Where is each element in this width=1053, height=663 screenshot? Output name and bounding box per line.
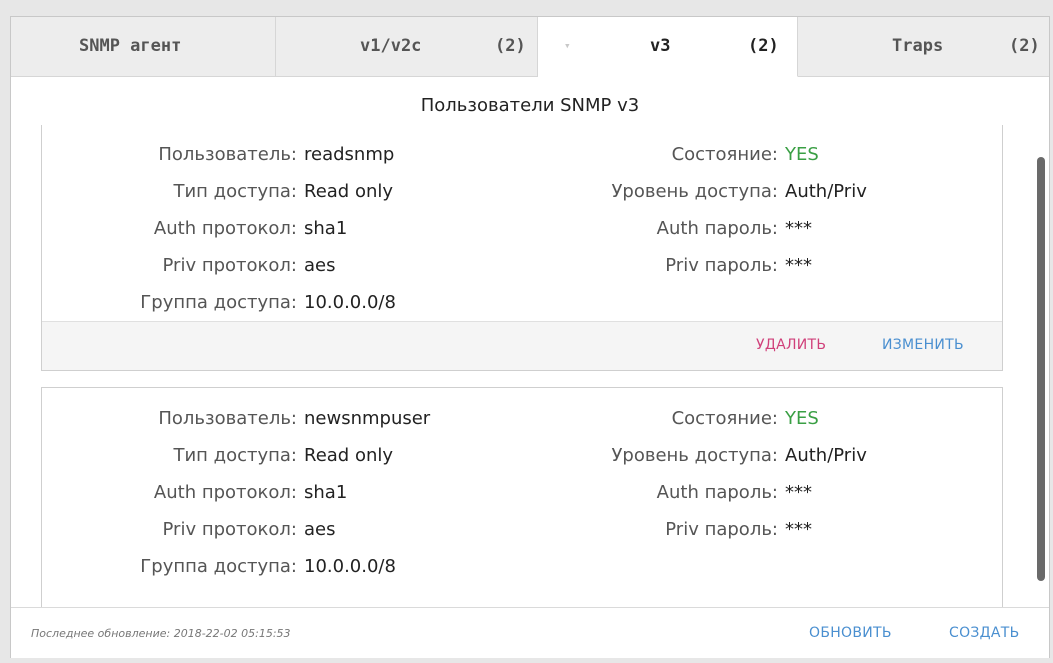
vertical-scrollbar[interactable]	[1037, 157, 1045, 581]
chevron-down-icon: ▾	[564, 39, 571, 52]
priv-password-label: Priv пароль:	[665, 255, 778, 276]
auth-password-label: Auth пароль:	[656, 218, 778, 239]
priv-password-value: ***	[785, 519, 812, 540]
edit-button[interactable]: ИЗМЕНИТЬ	[882, 337, 964, 353]
card-actions: УДАЛИТЬ ИЗМЕНИТЬ	[42, 321, 1002, 370]
refresh-button[interactable]: ОБНОВИТЬ	[809, 625, 892, 641]
priv-password-value: ***	[785, 255, 812, 276]
auth-password-label: Auth пароль:	[656, 482, 778, 503]
access-group-value: 10.0.0.0/8	[304, 556, 396, 577]
section-title: Пользователи SNMP v3	[420, 95, 640, 116]
access-level-label: Уровень доступа:	[611, 445, 778, 466]
tab-traps[interactable]: Traps (2)	[798, 17, 1049, 77]
state-value: YES	[785, 408, 819, 429]
last-updated-text: Последнее обновление: 2018-22-02 05:15:5…	[31, 627, 291, 640]
create-button[interactable]: СОЗДАТЬ	[949, 625, 1020, 641]
tab-v3[interactable]: ▾ v3 (2)	[538, 17, 798, 77]
tab-count: (2)	[1009, 36, 1040, 56]
user-list: Пользователь: readsnmp Тип доступа: Read…	[11, 125, 1049, 607]
user-card: Пользователь: newsnmpuser Тип доступа: R…	[41, 387, 1003, 607]
tab-label: v1/v2c	[360, 36, 422, 56]
tab-count: (2)	[495, 36, 526, 56]
snmp-settings-window: SNMP агент v1/v2c (2) ▾ v3 (2) Traps (2)…	[10, 16, 1050, 658]
access-group-label: Группа доступа:	[140, 556, 297, 577]
access-level-value: Auth/Priv	[785, 181, 867, 202]
tab-v1v2c[interactable]: v1/v2c (2)	[276, 17, 538, 77]
auth-password-value: ***	[785, 218, 812, 239]
access-level-value: Auth/Priv	[785, 445, 867, 466]
access-level-label: Уровень доступа:	[611, 181, 778, 202]
tab-label: SNMP агент	[79, 36, 182, 56]
tab-label: Traps	[892, 36, 944, 56]
tab-label: v3	[650, 36, 671, 56]
delete-button[interactable]: УДАЛИТЬ	[756, 337, 826, 353]
panel-footer: Последнее обновление: 2018-22-02 05:15:5…	[11, 607, 1049, 658]
tab-snmp-agent[interactable]: SNMP агент	[11, 17, 276, 77]
access-group-label: Группа доступа:	[140, 292, 297, 313]
tab-bar: SNMP агент v1/v2c (2) ▾ v3 (2) Traps (2)	[11, 17, 1049, 77]
access-group-value: 10.0.0.0/8	[304, 292, 396, 313]
user-card: Пользователь: readsnmp Тип доступа: Read…	[41, 125, 1003, 371]
state-label: Состояние:	[671, 144, 778, 165]
priv-password-label: Priv пароль:	[665, 519, 778, 540]
tab-count: (2)	[748, 36, 779, 56]
state-value: YES	[785, 144, 819, 165]
auth-password-value: ***	[785, 482, 812, 503]
state-label: Состояние:	[671, 408, 778, 429]
